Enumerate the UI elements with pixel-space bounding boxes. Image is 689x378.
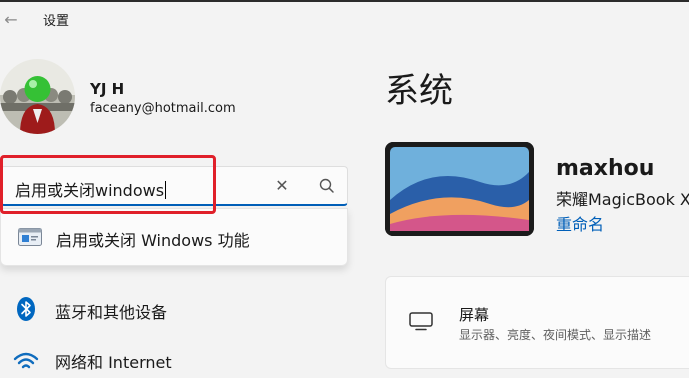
sidebar-item-label: 网络和 Internet: [55, 353, 172, 372]
app-title: 设置: [43, 14, 70, 29]
device-model: 荣耀MagicBook X: [556, 190, 689, 209]
wifi-icon: [13, 352, 39, 369]
monitor-icon: [409, 312, 433, 331]
rename-link[interactable]: 重命名: [556, 211, 604, 235]
search-button[interactable]: [316, 175, 338, 197]
annotation-highlight-box: [0, 155, 216, 214]
device-image: [385, 142, 534, 236]
card-subtitle: 显示器、亮度、夜间模式、显示描述: [459, 328, 652, 342]
page-title: 系统: [385, 71, 453, 111]
user-name: YJ H: [90, 80, 125, 98]
bluetooth-icon: [17, 297, 35, 321]
sidebar-item-bluetooth[interactable]: 蓝牙和其他设备: [0, 290, 340, 328]
avatar[interactable]: [0, 59, 75, 134]
sidebar-item-network[interactable]: 网络和 Internet: [0, 340, 340, 378]
device-name: maxhou: [556, 156, 655, 181]
arrow-left-icon: ←: [4, 10, 18, 29]
search-icon: [319, 178, 334, 193]
window-top-border: [0, 0, 689, 2]
settings-card-display[interactable]: 屏幕 显示器、亮度、夜间模式、显示描述: [385, 276, 689, 369]
windows-features-icon: [18, 228, 42, 246]
search-suggestion-item[interactable]: 启用或关闭 Windows 功能: [0, 208, 348, 266]
sidebar-item-label: 蓝牙和其他设备: [55, 303, 168, 322]
suggestion-label: 启用或关闭 Windows 功能: [56, 231, 250, 250]
back-button[interactable]: ←: [0, 9, 22, 31]
user-email: faceany@hotmail.com: [90, 101, 236, 116]
clear-search-button[interactable]: ✕: [271, 175, 293, 197]
close-icon: ✕: [275, 176, 289, 195]
card-title: 屏幕: [459, 306, 490, 324]
